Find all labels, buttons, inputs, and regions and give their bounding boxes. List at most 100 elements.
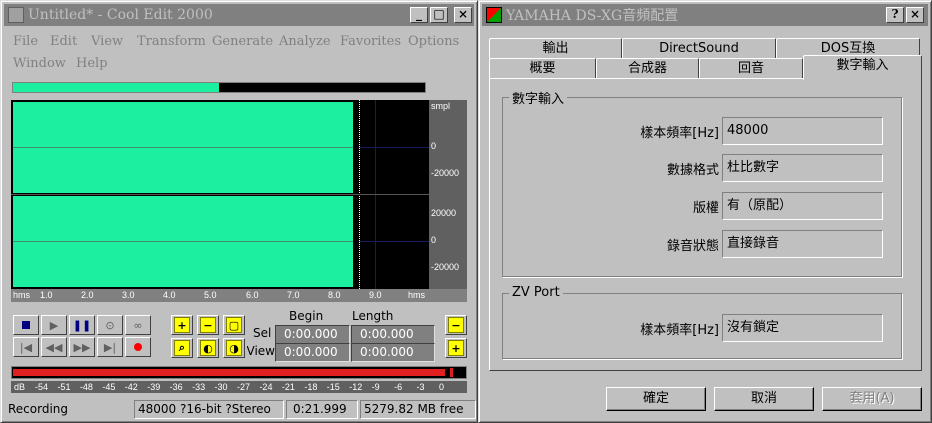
menu-favorites[interactable]: Favorites — [340, 34, 401, 49]
fast-forward-icon: ▶▶ — [73, 340, 91, 354]
play-circle-icon: ⊙ — [105, 318, 115, 332]
menu-window[interactable]: Window — [13, 56, 66, 71]
menu-generate[interactable]: Generate — [212, 34, 273, 49]
tab-digital-input[interactable]: 數字輸入 — [803, 55, 922, 80]
dialog-close-button[interactable]: × — [906, 7, 924, 23]
loop-button[interactable]: ∞ — [125, 315, 151, 335]
status-state: Recording — [8, 402, 69, 416]
db-unit-label: dB — [14, 382, 26, 392]
loop-icon: ∞ — [133, 318, 143, 332]
recording-status-label: 錄音狀態 — [666, 239, 719, 254]
db-tick: -21 — [281, 382, 295, 392]
yamaha-titlebar[interactable]: YAMAHA DS-XG音頻配置 ? × — [482, 4, 928, 26]
tab-output[interactable]: 輸出 — [489, 38, 622, 58]
time-tick: 9.0 — [369, 290, 382, 300]
overview-bar[interactable] — [12, 82, 426, 93]
time-tick: 4.0 — [163, 290, 176, 300]
amplitude-scale: smpl 0 -20000 20000 0 -20000 — [429, 100, 467, 289]
close-button[interactable]: × — [454, 7, 472, 23]
record-icon — [134, 343, 142, 351]
rewind-button[interactable]: ◀◀ — [41, 337, 67, 357]
view-label: View — [247, 344, 275, 358]
db-tick: -12 — [349, 382, 363, 392]
maximize-button[interactable]: □ — [430, 7, 448, 23]
copyright-label: 版權 — [692, 201, 719, 216]
help-button[interactable]: ? — [886, 7, 904, 23]
zoom-full-button[interactable]: ▢ — [223, 315, 245, 335]
db-tick: -42 — [124, 382, 138, 392]
db-tick: -15 — [326, 382, 340, 392]
sel-begin-field[interactable]: 0:00.000 — [275, 325, 350, 344]
time-unit-right: hms — [408, 290, 426, 300]
scale-label: -20000 — [431, 262, 460, 272]
time-tick: 5.0 — [204, 290, 217, 300]
yamaha-title: YAMAHA DS-XG音頻配置 — [506, 8, 679, 24]
zoom-right-icon: ◑ — [226, 340, 242, 356]
yamaha-app-icon — [486, 7, 502, 23]
zoom-out-icon: − — [448, 317, 464, 333]
rewind-icon: ◀◀ — [45, 340, 63, 354]
tab-directsound[interactable]: DirectSound — [622, 38, 776, 58]
fast-forward-button[interactable]: ▶▶ — [69, 337, 95, 357]
level-meter-peak — [450, 368, 453, 377]
zoom-out-icon: − — [200, 317, 216, 333]
db-tick: -33 — [192, 382, 206, 392]
level-meter — [11, 366, 467, 379]
db-tick: -3 — [416, 382, 425, 392]
menu-options[interactable]: Options — [408, 34, 459, 49]
copyright-value: 有（原配） — [722, 192, 883, 220]
menu-help[interactable]: Help — [76, 56, 108, 71]
status-time: 0:21.999 — [286, 400, 358, 419]
go-to-start-button[interactable]: |◀ — [13, 337, 39, 357]
menu-edit[interactable]: Edit — [50, 34, 77, 49]
time-tick: 8.0 — [328, 290, 341, 300]
tab-overview[interactable]: 概要 — [489, 58, 596, 78]
zoom-in-button[interactable]: + — [171, 315, 193, 335]
time-tick: 7.0 — [287, 290, 300, 300]
skip-forward-icon: ▶| — [103, 340, 117, 354]
db-tick: -6 — [394, 382, 403, 392]
zoom-left-icon: ◐ — [200, 340, 216, 356]
cooledit-title: Untitled* - Cool Edit 2000 — [28, 7, 213, 23]
cancel-button[interactable]: 取消 — [714, 387, 814, 411]
time-tick: 1.0 — [40, 290, 53, 300]
vertical-zoom-in-button[interactable]: + — [445, 338, 467, 358]
cooledit-titlebar[interactable]: Untitled* - Cool Edit 2000 _ □ × — [4, 4, 474, 26]
time-tick: 3.0 — [122, 290, 135, 300]
view-length-field[interactable]: 0:00.000 — [351, 343, 435, 362]
zoom-out-button[interactable]: − — [197, 315, 219, 335]
db-tick: -45 — [102, 382, 116, 392]
sel-length-field[interactable]: 0:00.000 — [351, 325, 435, 344]
zoom-left-button[interactable]: ◐ — [197, 338, 219, 358]
zv-sample-rate-label: 樣本頻率[Hz] — [640, 323, 719, 338]
yamaha-dialog: YAMAHA DS-XG音頻配置 ? × 輸出 DirectSound DOS互… — [478, 0, 932, 423]
tab-reverb[interactable]: 回音 — [699, 58, 803, 78]
length-header: Length — [352, 309, 394, 323]
stop-button[interactable] — [13, 315, 39, 335]
apply-button[interactable]: 套用(A) — [822, 387, 922, 411]
play-to-end-button[interactable]: ⊙ — [97, 315, 123, 335]
menu-view[interactable]: View — [91, 34, 123, 49]
menu-file[interactable]: File — [13, 34, 38, 49]
sample-rate-value: 48000 — [722, 117, 883, 145]
db-tick: -24 — [259, 382, 273, 392]
pause-button[interactable]: ❚❚ — [69, 315, 95, 335]
vertical-zoom-out-button[interactable]: − — [445, 315, 467, 335]
time-ruler: hms 1.0 2.0 3.0 4.0 5.0 6.0 7.0 8.0 9.0 … — [11, 289, 467, 302]
play-button[interactable]: ▶ — [41, 315, 67, 335]
scale-label: 0 — [431, 235, 437, 245]
status-free-space: 5279.82 MB free — [360, 400, 476, 419]
record-button[interactable] — [125, 337, 151, 357]
zoom-selection-button[interactable]: ⌕ — [171, 338, 193, 358]
ok-button[interactable]: 確定 — [606, 387, 706, 411]
view-begin-field[interactable]: 0:00.000 — [275, 343, 350, 362]
waveform-display[interactable] — [11, 100, 429, 289]
minimize-button[interactable]: _ — [410, 7, 428, 23]
menu-analyze[interactable]: Analyze — [279, 34, 331, 49]
tab-synthesizer[interactable]: 合成器 — [596, 58, 699, 78]
menu-transform[interactable]: Transform — [137, 34, 206, 49]
time-unit-left: hms — [13, 290, 31, 300]
go-to-end-button[interactable]: ▶| — [97, 337, 123, 357]
zoom-right-button[interactable]: ◑ — [223, 338, 245, 358]
zv-port-group-title: ZV Port — [509, 285, 563, 300]
